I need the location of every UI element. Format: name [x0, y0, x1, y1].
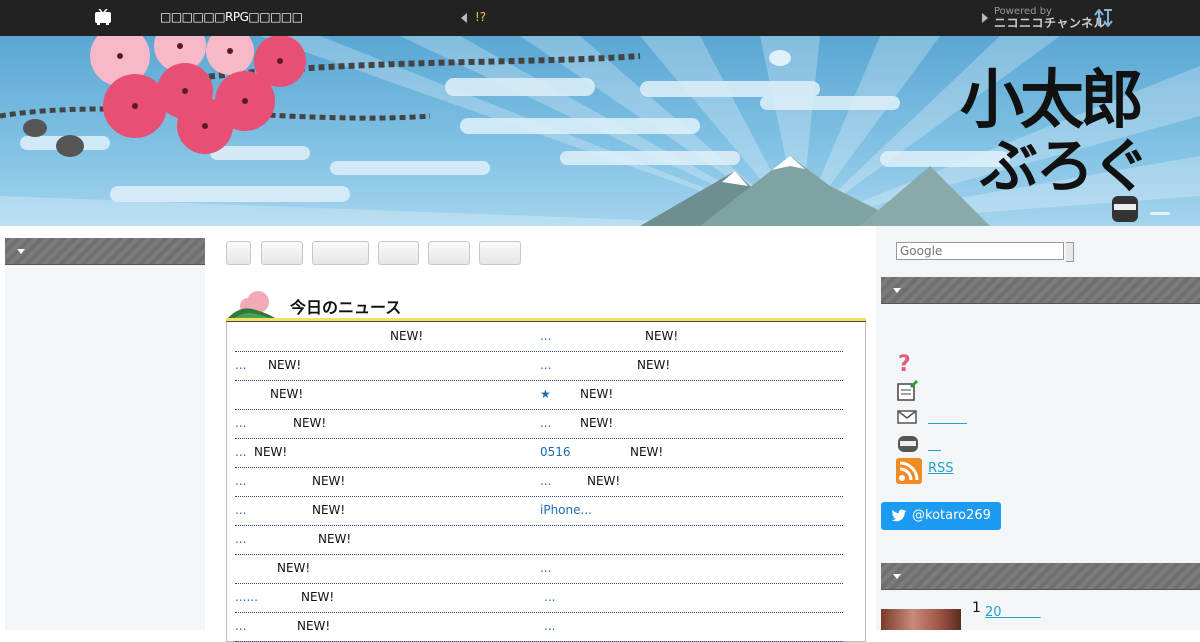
- new-badge: NEW!: [580, 387, 614, 401]
- news-row: ... NEW!... NEW!: [235, 351, 843, 381]
- news-row: ... NEW! iPhone...: [235, 496, 843, 526]
- new-badge: NEW!: [318, 532, 352, 546]
- news-left-link[interactable]: ...: [235, 467, 246, 496]
- right-sidebar: ? ＿＿＿ ＿ RSS: [876, 226, 1200, 630]
- new-badge: NEW!: [301, 590, 335, 604]
- announcement-text[interactable]: !?: [475, 10, 486, 24]
- tab-5[interactable]: [428, 241, 470, 265]
- caret-down-icon: [893, 574, 901, 579]
- caret-down-icon: [17, 249, 25, 254]
- new-badge: NEW!: [312, 474, 346, 488]
- new-badge: NEW!: [637, 358, 671, 372]
- note-icon[interactable]: [896, 380, 920, 402]
- news-list: NEW!... NEW!... NEW!... NEW! NEW! ★ NEW!... NEW…: [226, 322, 866, 642]
- news-left-link[interactable]: ...: [235, 438, 246, 467]
- news-right-link[interactable]: ...: [544, 612, 555, 641]
- tab-1[interactable]: [226, 241, 251, 265]
- news-right-link[interactable]: 0516: [540, 438, 571, 467]
- search-button[interactable]: [1066, 242, 1074, 262]
- new-badge: NEW!: [268, 358, 302, 372]
- rss-link[interactable]: RSS: [928, 461, 954, 476]
- news-right-link[interactable]: iPhone...: [540, 496, 592, 525]
- scroll-top-icon[interactable]: [1094, 8, 1114, 28]
- new-badge: NEW!: [580, 416, 614, 430]
- tv-icon[interactable]: [94, 9, 112, 25]
- sidebar-link-4[interactable]: ＿: [928, 434, 941, 453]
- caret-left-icon: [461, 13, 467, 23]
- new-badge: NEW!: [293, 416, 327, 430]
- news-left-link[interactable]: ......: [235, 583, 258, 612]
- channel-title[interactable]: □□□□□□RPG□□□□□: [160, 10, 303, 24]
- ranking-link[interactable]: 20＿＿＿: [985, 601, 1041, 620]
- news-row: ... NEW!: [235, 525, 843, 555]
- sidebar-link-3[interactable]: ＿＿＿: [928, 407, 967, 426]
- svg-text:?: ?: [898, 352, 911, 375]
- twitter-bird-icon: [891, 509, 907, 522]
- banner-logo-line2: ぶろぐ: [979, 132, 1148, 200]
- header-banner[interactable]: 小太郎 ぶろぐ: [0, 36, 1200, 226]
- new-badge: NEW!: [630, 445, 664, 459]
- news-left-link[interactable]: ...: [235, 409, 246, 438]
- pine-plum-icon: [226, 291, 278, 320]
- new-badge: NEW!: [297, 619, 331, 633]
- tab-4[interactable]: [378, 241, 419, 265]
- new-badge: NEW!: [312, 503, 346, 517]
- ranking-number: 1: [972, 600, 981, 616]
- powered-by-niconico[interactable]: Powered by ニコニコチャンネル: [980, 6, 1200, 32]
- caret-right-icon: [982, 13, 988, 23]
- twitter-handle[interactable]: @kotaro269: [912, 508, 991, 523]
- new-badge: NEW!: [277, 561, 311, 575]
- niconico-channel-logo[interactable]: ニコニコチャンネル: [994, 16, 1106, 30]
- tab-2[interactable]: [261, 241, 303, 265]
- news-title: 今日のニュース: [290, 298, 402, 317]
- news-right-link[interactable]: ...: [540, 409, 551, 438]
- news-row: ... NEW!... NEW!: [235, 467, 843, 497]
- google-search-input[interactable]: [896, 242, 1064, 260]
- question-icon[interactable]: ?: [896, 351, 920, 377]
- news-right-link[interactable]: ...: [540, 554, 551, 583]
- right-section-header-1[interactable]: [881, 277, 1200, 304]
- rss-icon[interactable]: [896, 458, 922, 484]
- new-badge: NEW!: [645, 329, 679, 343]
- news-row: ... NEW!... NEW!: [235, 409, 843, 439]
- news-section-header: 今日のニュース: [226, 288, 866, 324]
- new-badge: NEW!: [270, 387, 304, 401]
- caret-down-icon: [893, 288, 901, 293]
- left-section-header[interactable]: [5, 238, 205, 265]
- news-right-link[interactable]: ★: [540, 380, 551, 409]
- left-sidebar: [5, 238, 205, 630]
- new-badge: NEW!: [587, 474, 621, 488]
- news-left-link[interactable]: ...: [235, 496, 246, 525]
- news-row: ... NEW! 0516 NEW!: [235, 438, 843, 468]
- new-badge: NEW!: [254, 445, 288, 459]
- main-content: 今日のニュース NEW!... NEW!... NEW!... NEW! NEW! ★ NE…: [216, 226, 876, 642]
- news-row: NEW! ★ NEW!: [235, 380, 843, 410]
- news-row: ... NEW!...: [235, 612, 843, 642]
- tab-6[interactable]: [479, 241, 521, 265]
- banner-logo-line1: 小太郎: [960, 63, 1141, 138]
- ninja-icon[interactable]: [896, 433, 920, 455]
- news-left-link[interactable]: ...: [235, 612, 246, 641]
- news-right-link[interactable]: ...: [540, 467, 551, 496]
- new-badge: NEW!: [390, 329, 424, 343]
- twitter-follow-button[interactable]: @kotaro269: [881, 502, 1001, 530]
- mail-icon[interactable]: [896, 408, 920, 430]
- right-section-header-2[interactable]: [881, 563, 1200, 590]
- news-right-link[interactable]: ...: [540, 351, 551, 380]
- ranking-thumbnail[interactable]: [881, 609, 961, 630]
- news-left-link[interactable]: ...: [235, 525, 246, 554]
- news-right-link[interactable]: ...: [540, 322, 551, 351]
- top-bar: □□□□□□RPG□□□□□ !? Powered by ニコニコチャンネル: [0, 0, 1200, 36]
- news-left-link[interactable]: ...: [235, 351, 246, 380]
- news-right-link[interactable]: ...: [544, 583, 555, 612]
- news-row: NEW!... NEW!: [235, 322, 843, 352]
- tab-3[interactable]: [312, 241, 369, 265]
- news-row: NEW!...: [235, 554, 843, 584]
- news-row: ...... NEW!...: [235, 583, 843, 613]
